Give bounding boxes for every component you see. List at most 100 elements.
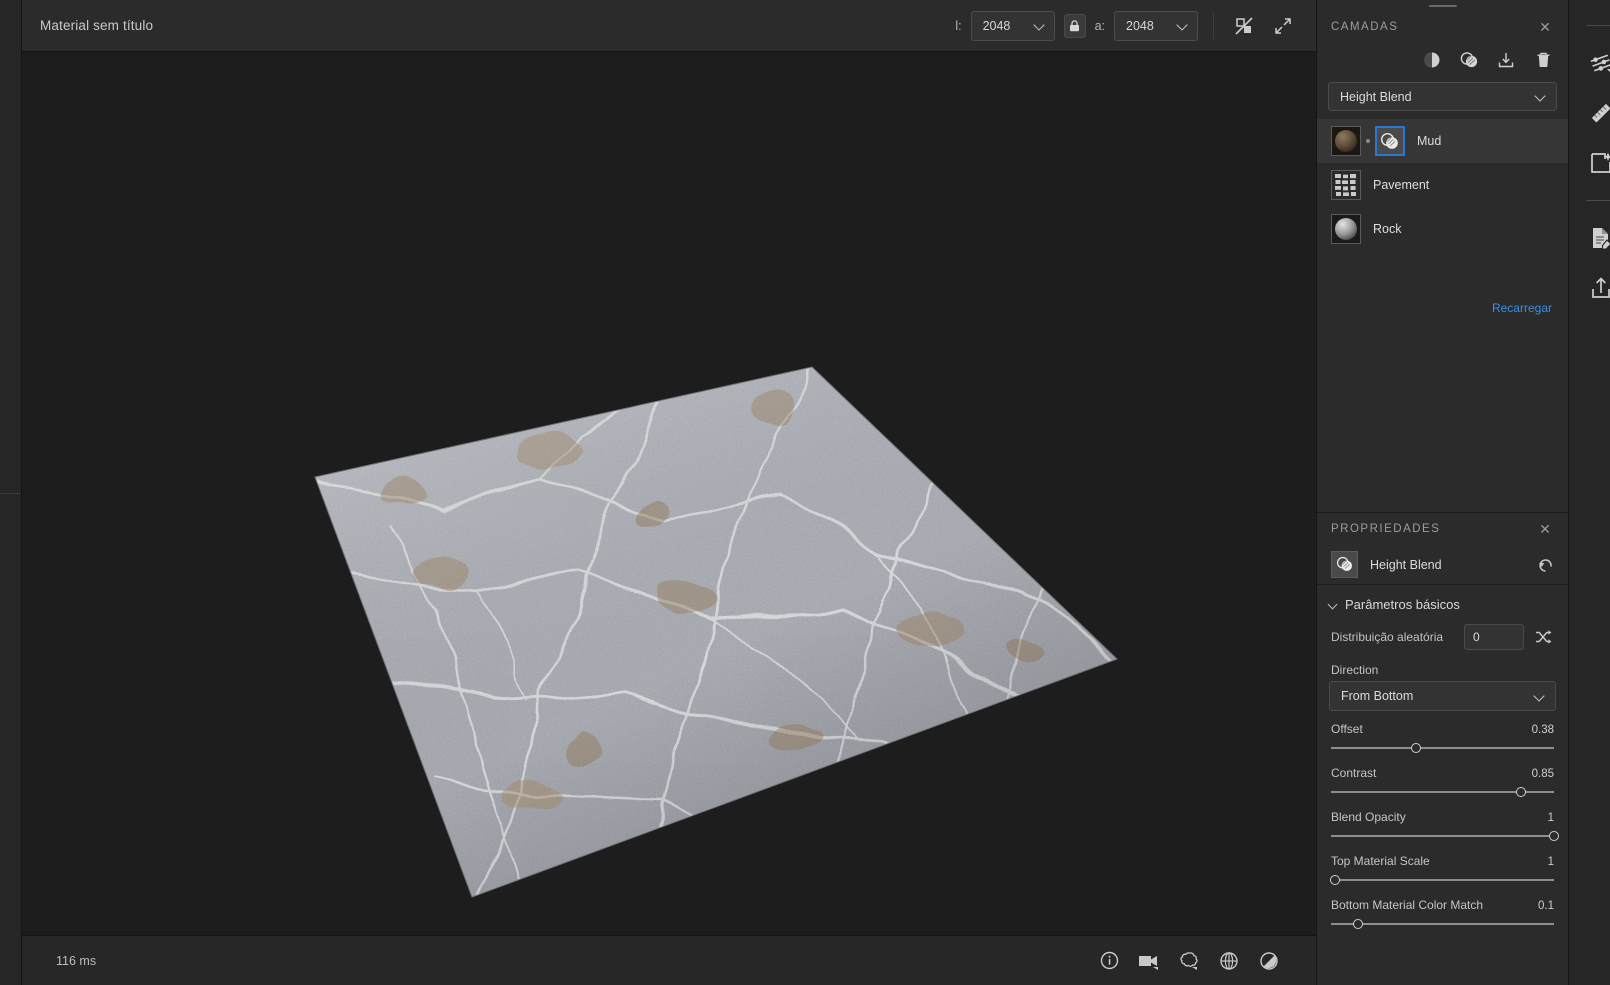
- close-icon[interactable]: ✕: [1536, 18, 1554, 36]
- shuffle-icon: [1535, 629, 1552, 645]
- application-window: Material sem título l: 2048 a: 2048 116 …: [0, 0, 1610, 985]
- layer-thumbnail: [1331, 126, 1361, 156]
- slider-label: Blend Opacity: [1331, 810, 1406, 824]
- material-plane[interactable]: [22, 52, 1316, 935]
- reset-icon: [1537, 557, 1554, 572]
- close-icon[interactable]: ✕: [1536, 520, 1554, 538]
- direction-value: From Bottom: [1341, 689, 1414, 703]
- direction-label: Direction: [1331, 663, 1379, 677]
- chevron-down-icon: [1035, 20, 1046, 31]
- import-icon: [1497, 51, 1515, 69]
- center-column: Material sem título l: 2048 a: 2048 116 …: [22, 0, 1316, 985]
- properties-panel-header: PROPRIEDADES ✕: [1317, 513, 1568, 545]
- slider-knob[interactable]: [1410, 743, 1421, 753]
- layers-panel-header: CAMADAS ✕: [1317, 11, 1568, 43]
- node-thumbnail: [1331, 551, 1358, 578]
- blend-mode-select[interactable]: Height Blend: [1328, 82, 1557, 111]
- width-value: 2048: [982, 18, 1011, 33]
- reload-link[interactable]: Recarregar: [1317, 301, 1568, 315]
- layer-row-rock[interactable]: Rock: [1317, 207, 1568, 251]
- layer-name: Mud: [1417, 134, 1442, 148]
- blend-icon: [1460, 51, 1479, 69]
- fullscreen-button[interactable]: [1268, 11, 1298, 41]
- far-right-rail: [1568, 0, 1610, 985]
- viewport-grid-button[interactable]: [1216, 948, 1242, 974]
- rail-measure-button[interactable]: [1579, 91, 1610, 135]
- slider-knob[interactable]: [1330, 875, 1341, 885]
- left-rail-divider: [0, 493, 21, 494]
- slider-knob[interactable]: [1549, 831, 1559, 841]
- viewport-camera-button[interactable]: [1136, 948, 1162, 974]
- environment-icon: [1179, 951, 1199, 970]
- layer-row-pavement[interactable]: Pavement: [1317, 163, 1568, 207]
- chevron-down-icon: [1329, 600, 1338, 609]
- slider-track[interactable]: [1330, 873, 1554, 887]
- contrast-icon: [1423, 51, 1441, 69]
- random-distribution-input[interactable]: 0: [1464, 624, 1524, 650]
- slider-offset: Offset 0.38: [1317, 711, 1568, 755]
- layer-thumbnail: [1331, 214, 1361, 244]
- direction-select[interactable]: From Bottom: [1329, 681, 1556, 711]
- slider-knob[interactable]: [1515, 787, 1526, 797]
- import-button[interactable]: [1495, 49, 1517, 71]
- slider-blend-opacity: Blend Opacity 1: [1317, 799, 1568, 843]
- slider-track[interactable]: [1331, 829, 1559, 843]
- topbar-controls: l: 2048 a: 2048: [955, 10, 1298, 41]
- rail-image-button[interactable]: [1579, 141, 1610, 185]
- viewport-status-bar: 116 ms: [22, 935, 1316, 985]
- lock-icon: [1069, 19, 1080, 32]
- width-select[interactable]: 2048: [970, 10, 1055, 41]
- slider-value: 1: [1547, 812, 1554, 824]
- aspect-lock-button[interactable]: [1063, 13, 1086, 38]
- view-mode-toggle-button[interactable]: [1229, 11, 1259, 41]
- slider-value: 0.38: [1531, 724, 1554, 736]
- section-label: Parâmetros básicos: [1345, 597, 1460, 612]
- expand-icon: [1274, 17, 1292, 35]
- viewport-material-button[interactable]: [1256, 948, 1282, 974]
- random-distribution-row: Distribuição aleatória 0: [1317, 620, 1568, 654]
- layers-panel: CAMADAS ✕ Height Blend Mud Pavement Rock…: [1317, 0, 1568, 513]
- add-adjustment-button[interactable]: [1421, 49, 1443, 71]
- add-blend-button[interactable]: [1458, 49, 1480, 71]
- viewport-info-button[interactable]: [1096, 948, 1122, 974]
- rail-parameters-button[interactable]: [1579, 41, 1610, 85]
- viewport-environment-button[interactable]: [1176, 948, 1202, 974]
- layer-link-dot: [1366, 139, 1370, 143]
- node-name: Height Blend: [1370, 557, 1442, 572]
- material-plane-render: [314, 366, 1118, 898]
- height-select[interactable]: 2048: [1114, 10, 1198, 41]
- height-value: 2048: [1126, 18, 1154, 33]
- rail-document-button[interactable]: [1579, 216, 1610, 260]
- random-distribution-label: Distribuição aleatória: [1331, 630, 1444, 644]
- basic-parameters-section[interactable]: Parâmetros básicos: [1317, 585, 1568, 620]
- delete-layer-button[interactable]: [1532, 49, 1554, 71]
- layer-name: Rock: [1373, 222, 1402, 236]
- 3d-2d-toggle-icon: [1233, 15, 1255, 37]
- reset-button[interactable]: [1537, 557, 1554, 572]
- slider-label: Contrast: [1331, 766, 1377, 780]
- slider-track[interactable]: [1331, 741, 1554, 755]
- slider-knob[interactable]: [1352, 919, 1363, 929]
- info-icon: [1100, 951, 1119, 970]
- rail-divider: [1585, 200, 1610, 201]
- settings-sliders-icon: [1588, 50, 1610, 76]
- slider-value: 1: [1547, 856, 1554, 868]
- layer-blend-thumbnail[interactable]: [1375, 126, 1405, 156]
- chevron-down-icon: [1178, 20, 1189, 31]
- viewport-tools: [1096, 948, 1282, 974]
- properties-panel: PROPRIEDADES ✕ Height Blend Parâmetros b…: [1317, 513, 1568, 985]
- layer-row-mud[interactable]: Mud: [1317, 119, 1568, 163]
- slider-track[interactable]: [1331, 917, 1554, 931]
- slider-track[interactable]: [1331, 785, 1554, 799]
- layers-panel-title: CAMADAS: [1331, 21, 1399, 33]
- export-icon: [1589, 276, 1610, 300]
- rail-export-button[interactable]: [1579, 266, 1610, 310]
- layers-toolbar: [1317, 43, 1568, 77]
- layer-name: Pavement: [1373, 178, 1430, 192]
- blend-mode-value: Height Blend: [1340, 89, 1412, 104]
- randomize-button[interactable]: [1532, 626, 1554, 648]
- layer-thumbnail: [1331, 170, 1361, 200]
- panel-resize-grip[interactable]: [1317, 0, 1568, 11]
- 3d-viewport[interactable]: [22, 52, 1316, 935]
- slider-top-material-scale: Top Material Scale 1: [1317, 843, 1568, 887]
